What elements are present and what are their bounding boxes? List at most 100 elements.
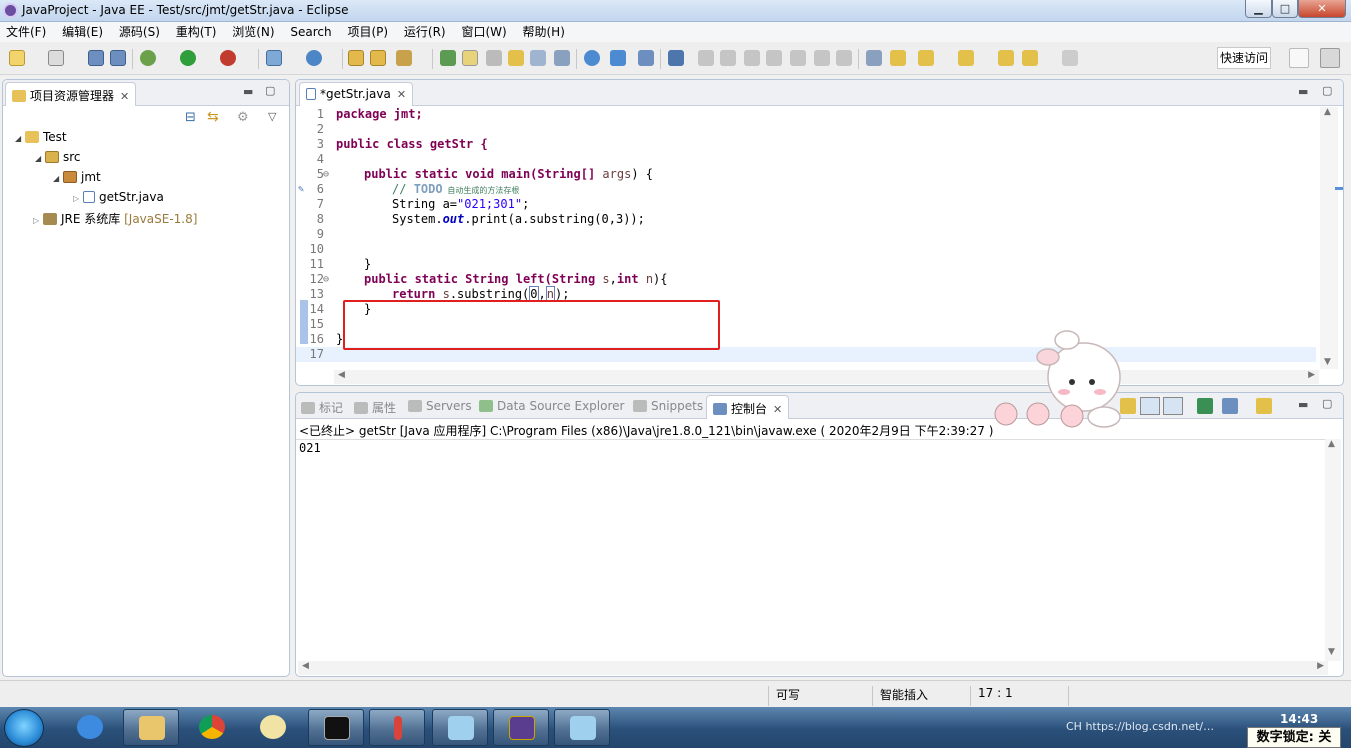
tree-item-project[interactable]: ◢ Test: [15, 130, 67, 144]
minimize-view-icon[interactable]: ▬: [1298, 398, 1308, 411]
console-view-icon[interactable]: [638, 50, 654, 66]
minimize-button[interactable]: ▁: [1245, 0, 1272, 18]
code-line[interactable]: 3 public class getStr {: [296, 137, 1316, 152]
tab-console[interactable]: 控制台 ✕: [706, 395, 790, 419]
tab-markers[interactable]: 标记: [301, 399, 343, 416]
open-folder-icon[interactable]: [370, 50, 386, 66]
expanded-arrow-icon[interactable]: ◢: [15, 134, 25, 143]
show-whitespace-icon[interactable]: [508, 50, 524, 66]
java-ee-perspective-icon[interactable]: [1320, 48, 1340, 68]
tray-clock[interactable]: 14:43: [1280, 712, 1318, 726]
tab-data-source-explorer[interactable]: Data Source Explorer: [479, 399, 624, 413]
chrome-icon[interactable]: [184, 709, 240, 746]
link-with-editor-icon[interactable]: ⇆: [207, 109, 219, 125]
scroll-down-icon[interactable]: ▼: [1324, 357, 1331, 367]
code-line[interactable]: 2: [296, 122, 1316, 137]
forward-arrow-icon[interactable]: [1062, 50, 1078, 66]
menu-window[interactable]: 窗口(W): [455, 22, 512, 42]
code-line[interactable]: 5 ⊖ public static void main(String[] args)…: [296, 167, 1316, 182]
editor-vertical-scrollbar[interactable]: ▲ ▼: [1320, 107, 1343, 369]
scroll-up-icon[interactable]: ▲: [1324, 107, 1331, 117]
console-vertical-scrollbar[interactable]: ▲ ▼: [1325, 439, 1341, 661]
close-tab-icon[interactable]: ✕: [120, 90, 129, 103]
tab-snippets[interactable]: Snippets: [633, 399, 703, 413]
globe-icon[interactable]: [584, 50, 600, 66]
tree-item-jre[interactable]: ▷ JRE 系统库 [JavaSE-1.8]: [33, 210, 197, 227]
use-step-filters-icon[interactable]: [866, 50, 882, 66]
new-icon[interactable]: [9, 50, 25, 66]
web-browser-icon[interactable]: [610, 50, 626, 66]
face-app-icon[interactable]: [245, 709, 301, 746]
external-tools-icon[interactable]: [220, 50, 236, 66]
menu-run[interactable]: 运行(R): [398, 22, 452, 42]
collapsed-arrow-icon[interactable]: ▷: [73, 194, 83, 203]
word-wrap-console-icon[interactable]: [1163, 397, 1183, 415]
menu-navigate[interactable]: 浏览(N): [226, 22, 280, 42]
tree-item-file[interactable]: ▷ getStr.java: [73, 190, 164, 204]
start-button-icon[interactable]: [4, 709, 44, 747]
prev-annotation-icon[interactable]: [918, 50, 934, 66]
code-line[interactable]: 8 System.out.print(a.substring(0,3));: [296, 212, 1316, 227]
tab-properties[interactable]: 属性: [354, 399, 396, 416]
search-icon[interactable]: [396, 50, 412, 66]
overview-marker[interactable]: [1335, 187, 1343, 190]
menu-source[interactable]: 源码(S): [113, 22, 166, 42]
code-line[interactable]: 10: [296, 242, 1316, 257]
run-icon[interactable]: [180, 50, 196, 66]
collapsed-arrow-icon[interactable]: ▷: [33, 216, 43, 225]
new-console-icon[interactable]: [1256, 398, 1272, 414]
scroll-right-icon[interactable]: ▶: [1308, 370, 1315, 380]
close-tab-icon[interactable]: ✕: [773, 403, 782, 416]
pilcrow-icon[interactable]: [554, 50, 570, 66]
eclipse-java-ee-icon[interactable]: [493, 709, 549, 746]
code-line[interactable]: 12 ⊖ public static String left(String s,in…: [296, 272, 1316, 287]
menu-search[interactable]: Search: [284, 22, 337, 42]
view-menu-icon[interactable]: ▽: [268, 110, 276, 123]
display-console-icon[interactable]: [1197, 398, 1213, 414]
minimize-view-icon[interactable]: ▬: [243, 85, 253, 98]
scroll-lock-icon[interactable]: [1140, 397, 1160, 415]
debug-icon[interactable]: [140, 50, 156, 66]
command-prompt-icon[interactable]: [308, 709, 364, 746]
code-line[interactable]: 1 package jmt;: [296, 107, 1316, 122]
scroll-up-icon[interactable]: ▲: [1328, 439, 1335, 449]
pen-app-icon[interactable]: [369, 709, 425, 746]
close-button[interactable]: ✕: [1298, 0, 1346, 18]
code-area[interactable]: 1 package jmt; 2 3 public class getStr { 4…: [296, 107, 1326, 369]
editor-horizontal-scrollbar[interactable]: ◀ ▶: [334, 370, 1319, 384]
close-tab-icon[interactable]: ✕: [397, 88, 406, 101]
step-return-icon[interactable]: [836, 50, 852, 66]
back-icon[interactable]: [998, 50, 1014, 66]
tree-item-package[interactable]: ◢ jmt: [53, 170, 101, 184]
code-line[interactable]: ✎ 6// TODO 自动生成的方法存根: [296, 182, 1316, 197]
fold-icon[interactable]: ⊖: [323, 272, 329, 287]
save-all-icon[interactable]: [110, 50, 126, 66]
code-line[interactable]: 11}: [296, 257, 1316, 272]
resume-icon[interactable]: [698, 50, 714, 66]
tree-item-src[interactable]: ◢ src: [35, 150, 81, 164]
code-line[interactable]: 4: [296, 152, 1316, 167]
scroll-left-icon[interactable]: ◀: [338, 370, 345, 380]
word-wrap-icon[interactable]: [530, 50, 546, 66]
filter-icon[interactable]: ⚙: [237, 110, 249, 125]
maximize-button[interactable]: □: [1272, 0, 1298, 18]
save-icon[interactable]: [88, 50, 104, 66]
tab-servers[interactable]: Servers: [408, 399, 472, 413]
step-over-icon[interactable]: [814, 50, 830, 66]
maximize-view-icon[interactable]: ▢: [1322, 397, 1332, 410]
skip-breakpoints-icon[interactable]: [668, 50, 684, 66]
minimize-view-icon[interactable]: ▬: [1298, 85, 1308, 98]
scroll-left-icon[interactable]: ◀: [302, 661, 309, 671]
maximize-view-icon[interactable]: ▢: [1322, 84, 1332, 97]
block-selection-icon[interactable]: [486, 50, 502, 66]
collapse-all-icon[interactable]: ⊟: [185, 110, 196, 125]
toggle-mark-occurrences-icon[interactable]: [440, 50, 456, 66]
last-edit-location-icon[interactable]: [958, 50, 974, 66]
internet-explorer-icon[interactable]: [62, 709, 118, 746]
menu-help[interactable]: 帮助(H): [517, 22, 571, 42]
tab-project-explorer[interactable]: 项目资源管理器 ✕: [5, 82, 137, 106]
maximize-view-icon[interactable]: ▢: [265, 84, 275, 97]
menu-file[interactable]: 文件(F): [0, 22, 52, 42]
disconnect-icon[interactable]: [766, 50, 782, 66]
scroll-down-icon[interactable]: ▼: [1328, 647, 1335, 657]
